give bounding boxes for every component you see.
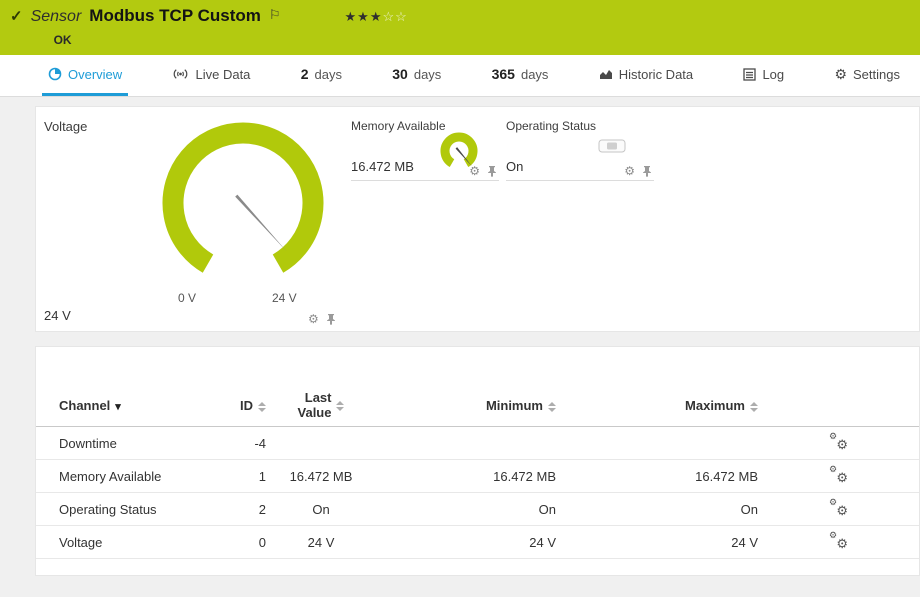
switch-indicator-icon: [598, 139, 626, 153]
chart-icon: [599, 68, 613, 80]
channel-settings-icon[interactable]: ⚙⚙: [829, 433, 848, 450]
channel-maximum: On: [556, 502, 758, 517]
favorite-stars[interactable]: ★★★☆☆: [345, 9, 408, 25]
channel-id: 1: [226, 469, 266, 484]
channel-maximum: 24 V: [556, 535, 758, 550]
pin-icon[interactable]: [487, 165, 497, 177]
gauge-value: On: [506, 159, 523, 174]
table-row: Downtime -4 ⚙⚙: [36, 427, 919, 460]
channel-maximum: 16.472 MB: [556, 469, 758, 484]
tab-365-days[interactable]: 365 days: [486, 55, 555, 96]
gauge-value: 24 V: [44, 308, 71, 323]
channel-table: Channel▾ ID LastValue Minimum Maximum Do…: [36, 385, 919, 559]
operating-status-tile: Operating Status On ⚙: [506, 117, 654, 181]
channel-settings-icon[interactable]: ⚙⚙: [829, 466, 848, 483]
pin-icon[interactable]: [642, 165, 652, 177]
channel-gear-icon[interactable]: ⚙: [308, 313, 319, 325]
gauges-panel: Voltage 0 V 24 V 24 V ⚙ Memory Available…: [35, 106, 920, 332]
tab-label: Settings: [853, 67, 900, 82]
channel-name: Operating Status: [36, 502, 226, 517]
header-maximum[interactable]: Maximum: [556, 398, 758, 413]
tab-number: 365: [492, 66, 515, 82]
tab-label: days: [414, 67, 441, 82]
channel-name: Downtime: [36, 436, 226, 451]
stars-filled: ★★★: [345, 9, 383, 24]
tab-settings[interactable]: ⚙ Settings: [828, 55, 906, 96]
channel-last-value: On: [266, 502, 376, 517]
tab-number: 2: [301, 66, 309, 82]
channel-minimum: 16.472 MB: [376, 469, 556, 484]
tab-label: days: [521, 67, 548, 82]
gear-icon: ⚙: [834, 67, 847, 81]
gauge-needle: [235, 195, 286, 252]
tab-label: days: [315, 67, 342, 82]
status-badge: OK: [54, 33, 408, 47]
tab-number: 30: [392, 66, 408, 82]
sensor-header-main: Sensor Modbus TCP Custom ⚐ ★★★☆☆ OK: [31, 6, 408, 47]
gauge-title: Memory Available: [351, 119, 446, 133]
sort-icon[interactable]: [750, 402, 758, 412]
status-check-icon: ✓: [10, 7, 23, 25]
channel-id: 2: [226, 502, 266, 517]
gauge-scale-max: 24 V: [272, 291, 297, 305]
header-last-value[interactable]: LastValue: [266, 391, 376, 421]
tab-2-days[interactable]: 2 days: [295, 55, 348, 96]
header-channel[interactable]: Channel▾: [36, 398, 226, 413]
table-header-row: Channel▾ ID LastValue Minimum Maximum: [36, 385, 919, 427]
table-row: Voltage 0 24 V 24 V 24 V ⚙⚙: [36, 526, 919, 559]
tab-label: Overview: [68, 67, 122, 82]
table-row: Operating Status 2 On On On ⚙⚙: [36, 493, 919, 526]
voltage-gauge: [148, 115, 338, 285]
voltage-gauge-tile: Voltage 0 V 24 V 24 V ⚙: [36, 107, 341, 333]
memory-gauge-tile: Memory Available 16.472 MB ⚙: [351, 117, 499, 181]
page-title: Modbus TCP Custom: [89, 6, 261, 26]
gauge-scale-min: 0 V: [178, 291, 196, 305]
tab-live-data[interactable]: Live Data: [166, 55, 256, 96]
overview-pie-icon: [48, 67, 62, 81]
channel-id: -4: [226, 436, 266, 451]
channel-minimum: On: [376, 502, 556, 517]
tab-bar: Overview Live Data 2 days 30 days 365 da…: [0, 55, 920, 97]
sensor-kind-label: Sensor: [31, 8, 82, 26]
tab-historic-data[interactable]: Historic Data: [593, 55, 699, 96]
gauge-value: 16.472 MB: [351, 159, 414, 174]
channel-last-value: 24 V: [266, 535, 376, 550]
tab-label: Historic Data: [619, 67, 693, 82]
channel-gear-icon[interactable]: ⚙: [469, 165, 480, 177]
sort-icon[interactable]: [548, 402, 556, 412]
header-minimum[interactable]: Minimum: [376, 398, 556, 413]
channel-id: 0: [226, 535, 266, 550]
channel-gear-icon[interactable]: ⚙: [624, 165, 635, 177]
chevron-down-icon: ▾: [115, 401, 121, 413]
channel-name: Memory Available: [36, 469, 226, 484]
tab-label: Log: [762, 67, 784, 82]
tab-label: Live Data: [195, 67, 250, 82]
sort-icon[interactable]: [258, 402, 266, 412]
tab-overview[interactable]: Overview: [42, 55, 128, 96]
header-id[interactable]: ID: [226, 398, 266, 413]
channel-settings-icon[interactable]: ⚙⚙: [829, 532, 848, 549]
pin-icon[interactable]: [326, 313, 336, 325]
broadcast-icon: [172, 68, 189, 80]
channel-table-panel: Channel▾ ID LastValue Minimum Maximum Do…: [35, 346, 920, 576]
channel-name: Voltage: [36, 535, 226, 550]
tab-30-days[interactable]: 30 days: [386, 55, 447, 96]
channel-minimum: 24 V: [376, 535, 556, 550]
gauge-title: Operating Status: [506, 119, 596, 133]
log-icon: [743, 68, 756, 81]
priority-flag-icon[interactable]: ⚐: [269, 7, 281, 23]
channel-settings-icon[interactable]: ⚙⚙: [829, 499, 848, 516]
sort-icon[interactable]: [336, 401, 344, 411]
gauge-title: Voltage: [44, 119, 87, 134]
tab-log[interactable]: Log: [737, 55, 790, 96]
channel-last-value: 16.472 MB: [266, 469, 376, 484]
stars-empty: ☆☆: [382, 9, 407, 24]
sensor-header: ✓ Sensor Modbus TCP Custom ⚐ ★★★☆☆ OK: [0, 0, 920, 55]
table-row: Memory Available 1 16.472 MB 16.472 MB 1…: [36, 460, 919, 493]
